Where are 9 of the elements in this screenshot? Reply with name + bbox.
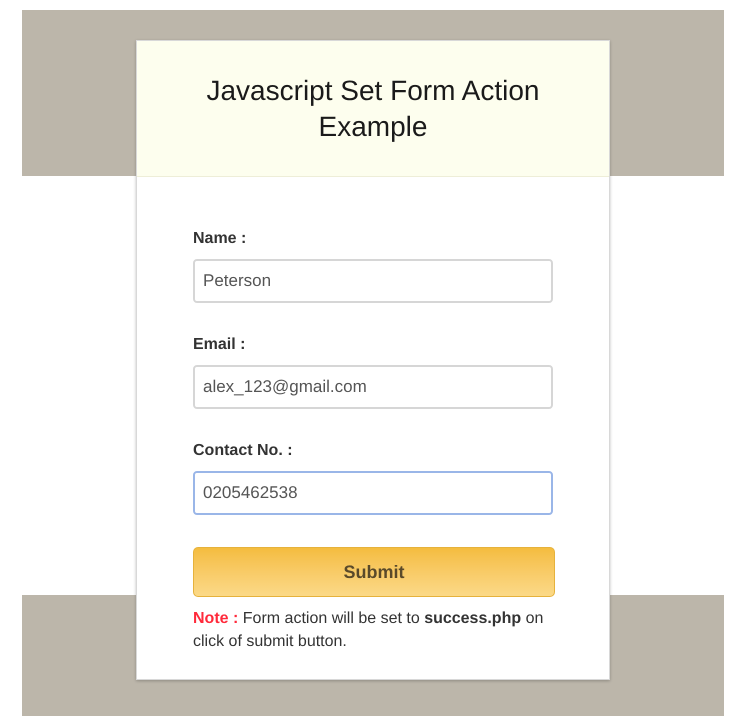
input-field[interactable]: Peterson — [193, 259, 553, 303]
submit-button[interactable]: Submit — [193, 547, 555, 597]
input-field[interactable]: alex_123@gmail.com — [193, 365, 553, 409]
form-title: Javascript Set Form Action Example — [205, 74, 540, 144]
note-text: Note : Form action will be set to success.php on click of submit button. — [193, 609, 544, 652]
input-field[interactable]: 0205462538 — [193, 471, 553, 515]
field-label: Name : — [193, 229, 248, 249]
field-label: Contact No. : — [193, 441, 294, 461]
field-label: Email : — [193, 335, 246, 355]
